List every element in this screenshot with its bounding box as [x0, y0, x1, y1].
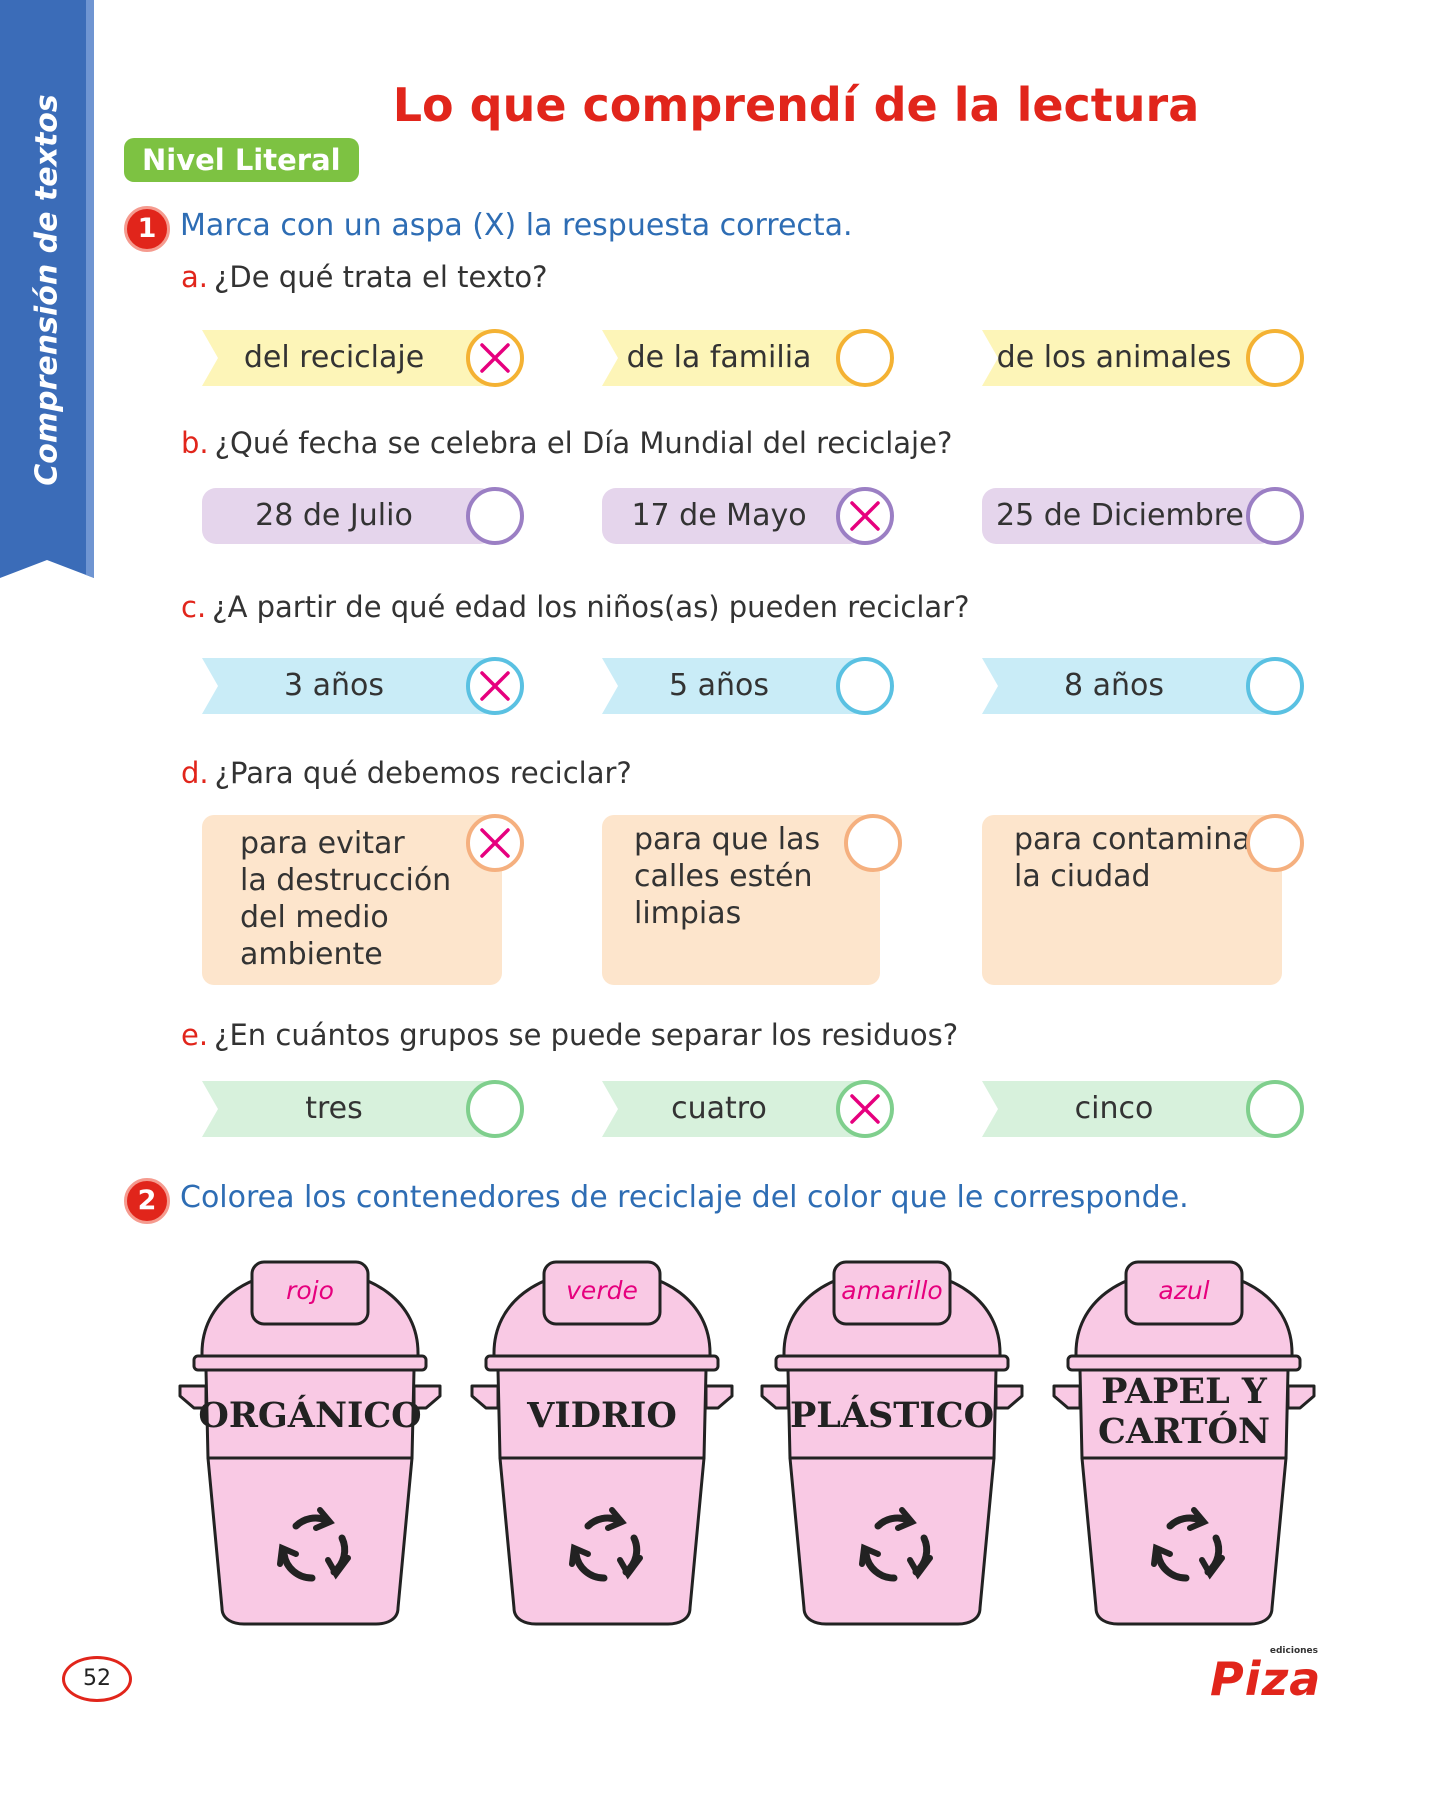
answer-checkbox[interactable]	[466, 329, 524, 387]
sub-question: c. ¿A partir de qué edad los niños(as) pu…	[181, 590, 969, 624]
page-number: 52	[62, 1656, 132, 1702]
bin-name: ORGÁNICO	[196, 1396, 424, 1436]
sub-question-text: ¿De qué trata el texto?	[214, 260, 548, 294]
bin-name: PLÁSTICO	[778, 1396, 1006, 1436]
side-ribbon: Comprensión de textos	[0, 0, 94, 580]
answer-option-line: la ciudad	[1014, 859, 1151, 894]
recycling-bin[interactable]: verde VIDRIO	[468, 1258, 736, 1628]
bin-name-line: PLÁSTICO	[789, 1395, 995, 1436]
answer-checkbox[interactable]	[1246, 1080, 1304, 1138]
question-number-2: 2	[124, 1178, 170, 1224]
bin-color-label: rojo	[286, 1276, 334, 1305]
x-mark-icon	[850, 501, 880, 531]
page-title: Lo que comprendí de la lectura	[392, 78, 1200, 132]
bin-name-line: VIDRIO	[527, 1395, 677, 1436]
bin-name-line: ORGÁNICO	[198, 1395, 422, 1436]
answer-checkbox[interactable]	[1246, 329, 1304, 387]
sub-question: a. ¿De qué trata el texto?	[181, 260, 548, 294]
answer-option-label: 8 años	[1063, 668, 1164, 703]
answer-option-label: cinco	[1074, 1091, 1154, 1126]
answer-option-label: 25 de Diciembre	[996, 498, 1244, 533]
bin-drawing	[178, 1260, 442, 1626]
answer-option-label: 28 de Julio	[255, 498, 413, 533]
question-1-instruction: Marca con un aspa (X) la respuesta corre…	[180, 208, 853, 243]
bin-name-line: CARTÓN	[1097, 1411, 1270, 1452]
bin-color-label: verde	[566, 1276, 638, 1305]
sub-question-text: ¿A partir de qué edad los niños(as) pued…	[212, 590, 970, 624]
answer-option-label: del reciclaje	[243, 340, 425, 375]
question-2-instruction: Colorea los contenedores de reciclaje de…	[180, 1180, 1189, 1215]
answer-option-line: para evitar	[240, 826, 405, 861]
sub-question-letter: c.	[181, 590, 207, 624]
answer-checkbox[interactable]	[836, 487, 894, 545]
level-badge: Nivel Literal	[124, 138, 359, 182]
sub-question-letter: d.	[181, 756, 209, 790]
answer-option-label: tres	[305, 1091, 363, 1126]
section-label: Comprensión de textos	[29, 94, 65, 486]
x-mark-icon	[480, 828, 510, 858]
answer-option-line: ambiente	[240, 937, 383, 972]
sub-question-letter: b.	[181, 426, 209, 460]
answer-option-line: limpias	[634, 896, 742, 931]
recycling-bin[interactable]: rojo ORGÁNICO	[176, 1258, 444, 1628]
answer-option-line: calles estén	[634, 859, 813, 894]
sub-question-letter: e.	[181, 1018, 209, 1052]
answer-option-label: de los animales	[996, 340, 1232, 375]
answer-option[interactable]: para que las calles estén limpias	[602, 815, 880, 985]
bin-drawing	[470, 1260, 734, 1626]
answer-option-label: cuatro	[671, 1091, 767, 1126]
answer-checkbox[interactable]	[466, 657, 524, 715]
answer-option-label: para evitar la destrucción del medio ambien…	[240, 825, 451, 973]
recycling-bin[interactable]: azul PAPEL Y CARTÓN	[1050, 1258, 1318, 1628]
question-number-1: 1	[124, 206, 170, 252]
sub-question-text: ¿Qué fecha se celebra el Día Mundial del…	[214, 426, 953, 460]
x-mark-icon	[850, 1094, 880, 1124]
answer-checkbox[interactable]	[466, 487, 524, 545]
answer-option[interactable]: para evitar la destrucción del medio ambien…	[202, 815, 502, 985]
answer-option-label: para contaminar la ciudad	[1014, 821, 1263, 895]
answer-option-line: la destrucción	[240, 863, 452, 898]
answer-checkbox[interactable]	[1246, 657, 1304, 715]
recycling-bin[interactable]: amarillo PLÁSTICO	[758, 1258, 1026, 1628]
publisher-logo: ediciones Piza	[1210, 1646, 1320, 1706]
sub-question-text: ¿En cuántos grupos se puede separar los …	[214, 1018, 959, 1052]
bin-color-label: azul	[1158, 1276, 1210, 1305]
answer-checkbox[interactable]	[466, 814, 524, 872]
sub-question: b. ¿Qué fecha se celebra el Día Mundial d…	[181, 426, 952, 460]
sub-question-text: ¿Para qué debemos reciclar?	[214, 756, 632, 790]
publisher-logo-name: Piza	[1210, 1652, 1322, 1706]
x-mark-icon	[480, 343, 510, 373]
bin-name-line: PAPEL Y	[1101, 1371, 1267, 1412]
sub-question: d. ¿Para qué debemos reciclar?	[181, 756, 632, 790]
bin-name: PAPEL Y CARTÓN	[1070, 1372, 1298, 1452]
answer-option-line: del medio	[240, 900, 389, 935]
answer-checkbox[interactable]	[1246, 814, 1304, 872]
bin-drawing	[760, 1260, 1024, 1626]
answer-option-label: para que las calles estén limpias	[634, 821, 820, 932]
sub-question: e. ¿En cuántos grupos se puede separar lo…	[181, 1018, 958, 1052]
answer-option-label: 5 años	[668, 668, 769, 703]
answer-option-line: para que las	[634, 822, 821, 857]
answer-option-line: para contaminar	[1014, 822, 1263, 857]
answer-option-label: de la familia	[626, 340, 812, 375]
answer-checkbox[interactable]	[466, 1080, 524, 1138]
answer-checkbox[interactable]	[836, 657, 894, 715]
answer-option-label: 3 años	[283, 668, 384, 703]
answer-checkbox[interactable]	[844, 814, 902, 872]
answer-checkbox[interactable]	[836, 329, 894, 387]
sub-question-letter: a.	[181, 260, 208, 294]
answer-checkbox[interactable]	[836, 1080, 894, 1138]
bin-name: VIDRIO	[488, 1396, 716, 1436]
bin-color-label: amarillo	[841, 1276, 943, 1305]
answer-option[interactable]: para contaminar la ciudad	[982, 815, 1282, 985]
x-mark-icon	[480, 671, 510, 701]
answer-checkbox[interactable]	[1246, 487, 1304, 545]
answer-option-label: 17 de Mayo	[631, 498, 807, 533]
